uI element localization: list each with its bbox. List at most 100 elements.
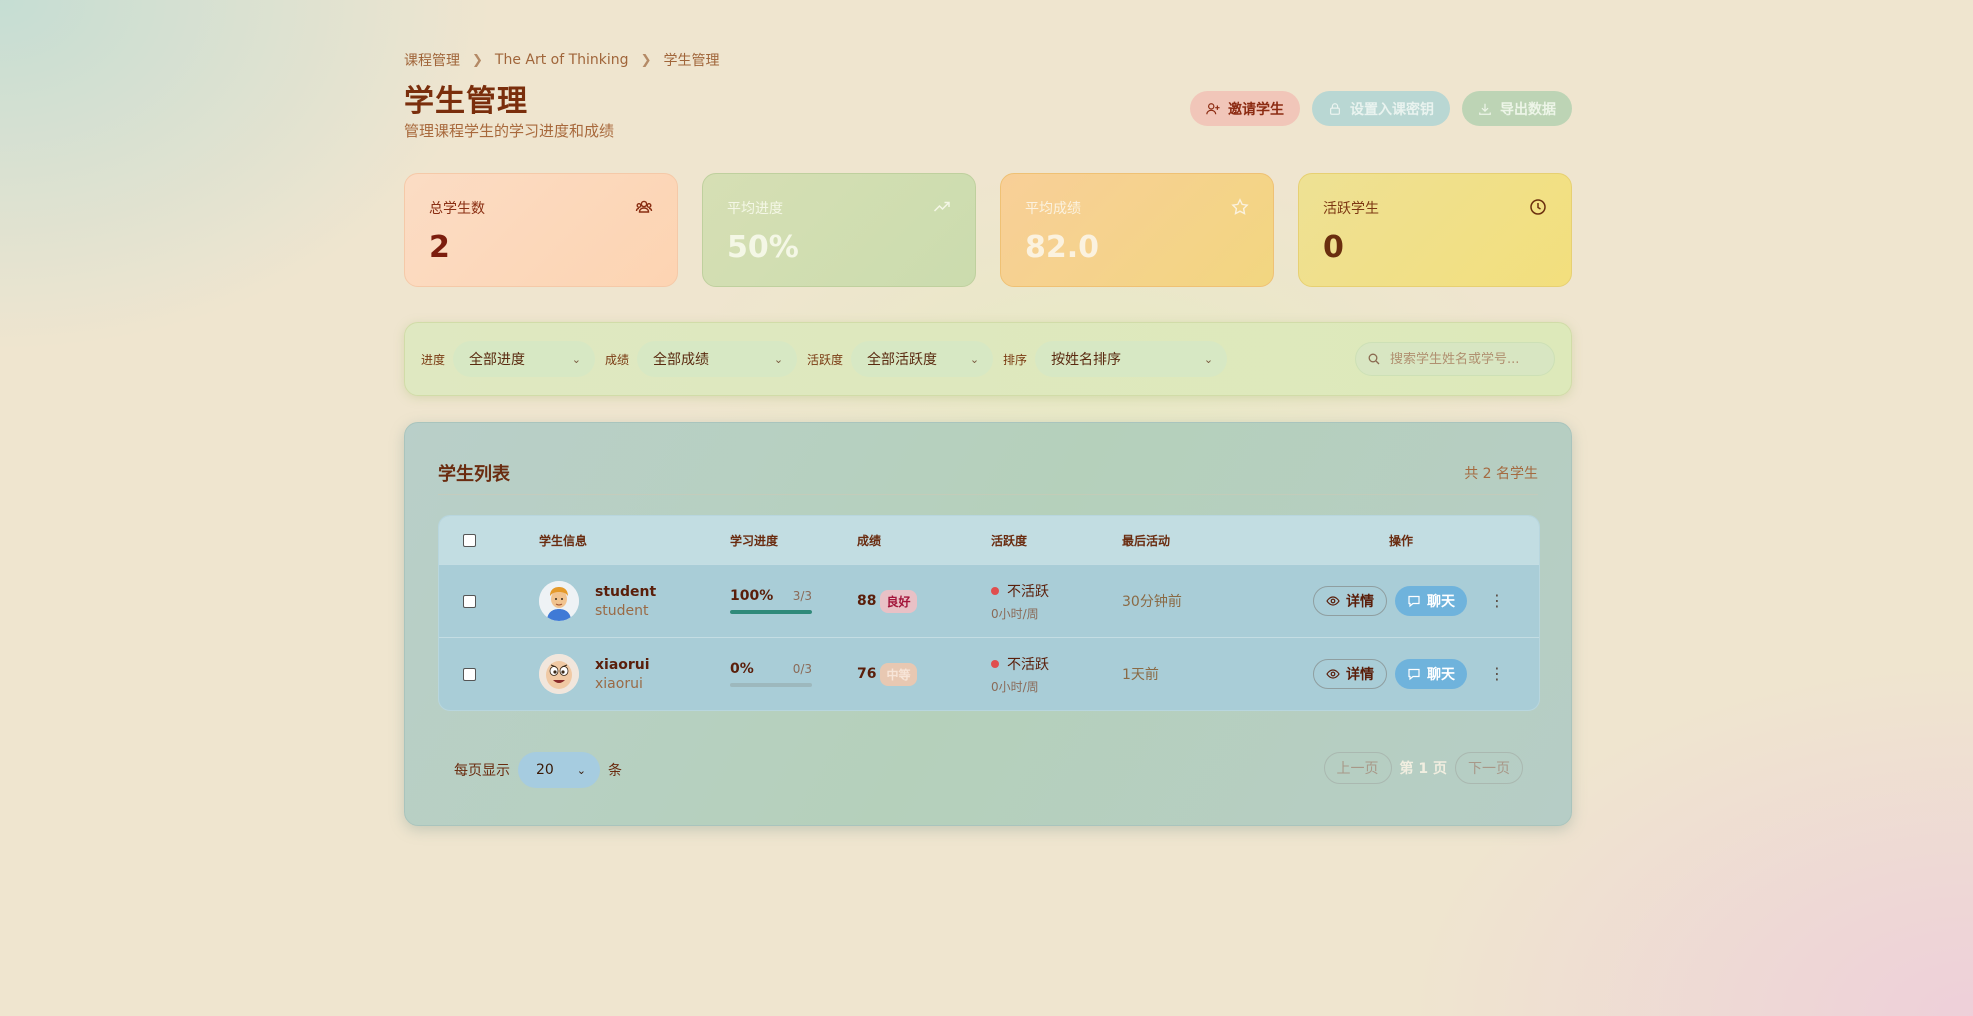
detail-button[interactable]: 详情 bbox=[1313, 659, 1387, 689]
progress-bar bbox=[730, 610, 812, 614]
score-filter-select[interactable]: 全部成绩 ⌄ bbox=[637, 341, 798, 377]
student-name[interactable]: xiaorui bbox=[595, 657, 650, 673]
set-enroll-key-button[interactable]: 设置入课密钥 bbox=[1312, 91, 1450, 126]
chat-button[interactable]: 聊天 bbox=[1395, 586, 1467, 616]
student-list-card: 学生列表 共 2 名学生 学生信息 学习进度 成绩 活跃度 最后活动 操作 st… bbox=[404, 422, 1572, 826]
student-name[interactable]: student bbox=[595, 584, 656, 600]
score-cell: 76 中等 bbox=[857, 638, 917, 710]
list-title: 学生列表 bbox=[438, 463, 510, 485]
progress-percent: 0% bbox=[730, 661, 754, 677]
activity-cell: 不活跃 0小时/周 bbox=[991, 565, 1049, 637]
activity-status: 不活跃 bbox=[1007, 583, 1049, 600]
student-info-cell: student student bbox=[539, 565, 656, 637]
sort-select[interactable]: 按姓名排序 ⌄ bbox=[1035, 341, 1228, 377]
activity-filter-select[interactable]: 全部活跃度 ⌄ bbox=[851, 341, 994, 377]
progress-bar-fill bbox=[730, 610, 812, 614]
select-all-checkbox[interactable] bbox=[463, 533, 476, 547]
student-info-cell: xiaorui xiaorui bbox=[539, 638, 650, 710]
breadcrumb-item-current: 学生管理 bbox=[663, 53, 720, 69]
column-header-score[interactable]: 成绩 bbox=[857, 516, 881, 564]
page-size-select[interactable]: 20 ⌄ bbox=[518, 752, 600, 788]
filter-bar: 进度 全部进度 ⌄ 成绩 全部成绩 ⌄ 活跃度 全部活跃度 ⌄ 排序 按姓名排序… bbox=[404, 322, 1572, 396]
status-dot bbox=[991, 586, 999, 595]
table-row: xiaorui xiaorui 0% 0/3 76 中等 不活跃 0小时/周 1… bbox=[439, 637, 1539, 710]
next-page-button[interactable]: 下一页 bbox=[1455, 752, 1523, 784]
chat-button-label: 聊天 bbox=[1427, 667, 1455, 683]
student-count: 共 2 名学生 bbox=[1464, 465, 1538, 482]
stat-value: 0 bbox=[1323, 230, 1344, 265]
last-activity: 1天前 bbox=[1122, 667, 1159, 683]
table-row: student student 100% 3/3 88 良好 不活跃 0小时/周… bbox=[439, 564, 1539, 637]
progress-fraction: 3/3 bbox=[792, 589, 812, 603]
stat-label: 平均成绩 bbox=[1025, 201, 1081, 217]
download-icon bbox=[1479, 103, 1491, 115]
column-header-activity[interactable]: 活跃度 bbox=[991, 516, 1027, 564]
row-checkbox[interactable] bbox=[463, 594, 476, 608]
progress-filter-select[interactable]: 全部进度 ⌄ bbox=[453, 341, 596, 377]
chat-button-label: 聊天 bbox=[1427, 594, 1455, 610]
progress-percent: 100% bbox=[730, 588, 774, 604]
prev-page-button[interactable]: 上一页 bbox=[1323, 752, 1392, 784]
breadcrumb-item-courses[interactable]: 课程管理 bbox=[404, 50, 460, 70]
avatar bbox=[539, 654, 579, 694]
trending-up-icon bbox=[933, 201, 950, 212]
more-options-icon[interactable]: ⋮ bbox=[1489, 666, 1505, 682]
page-size-value: 20 bbox=[536, 762, 554, 778]
export-data-label: 导出数据 bbox=[1500, 101, 1556, 118]
per-page-label: 每页显示 bbox=[454, 763, 510, 779]
current-page: 第 1 页 bbox=[1399, 761, 1448, 777]
actions-cell: 详情 聊天 ⋮ bbox=[1313, 638, 1505, 710]
per-page-unit: 条 bbox=[608, 763, 622, 779]
more-options-icon[interactable]: ⋮ bbox=[1489, 593, 1505, 609]
student-username: xiaorui bbox=[595, 675, 643, 692]
progress-filter-value: 全部进度 bbox=[469, 352, 526, 368]
chevron-down-icon: ⌄ bbox=[969, 352, 980, 366]
chevron-right-icon: ❯ bbox=[472, 52, 483, 68]
column-header-progress[interactable]: 学习进度 bbox=[730, 516, 778, 564]
row-checkbox[interactable] bbox=[463, 667, 476, 681]
student-avatar-image bbox=[539, 654, 579, 694]
progress-fraction: 0/3 bbox=[792, 662, 812, 676]
table-header: 学生信息 学习进度 成绩 活跃度 最后活动 操作 bbox=[439, 516, 1539, 564]
breadcrumb-item-course[interactable]: The Art of Thinking bbox=[495, 52, 629, 68]
chat-icon bbox=[1408, 668, 1420, 681]
pagination: 上一页 第 1 页 下一页 bbox=[1323, 752, 1523, 784]
chat-button[interactable]: 聊天 bbox=[1395, 659, 1467, 689]
activity-cell: 不活跃 0小时/周 bbox=[991, 638, 1049, 710]
column-header-actions: 操作 bbox=[1389, 533, 1414, 548]
activity-filter-value: 全部活跃度 bbox=[867, 352, 938, 368]
stat-value: 50% bbox=[727, 230, 799, 265]
search-input[interactable] bbox=[1390, 351, 1540, 367]
invite-student-button[interactable]: 邀请学生 bbox=[1190, 91, 1300, 126]
activity-hours: 0小时/周 bbox=[991, 606, 1039, 621]
chat-icon bbox=[1408, 595, 1420, 608]
activity-status: 不活跃 bbox=[1007, 656, 1049, 673]
last-activity: 30分钟前 bbox=[1122, 594, 1182, 610]
grade-badge: 中等 bbox=[880, 662, 917, 686]
breadcrumb: 课程管理 ❯ The Art of Thinking ❯ 学生管理 bbox=[404, 50, 719, 70]
stats-row: 总学生数 2 平均进度 50% 平均成绩 82.0 活跃学生 0 bbox=[404, 173, 1572, 287]
stat-label: 活跃学生 bbox=[1323, 201, 1379, 217]
chevron-down-icon: ⌄ bbox=[576, 763, 586, 777]
score-filter-value: 全部成绩 bbox=[653, 352, 710, 368]
score-cell: 88 良好 bbox=[857, 565, 917, 637]
column-header-student-info[interactable]: 学生信息 bbox=[539, 516, 587, 564]
chevron-right-icon: ❯ bbox=[640, 52, 652, 68]
score-value: 88 bbox=[857, 593, 877, 609]
stat-card-active-students: 活跃学生 0 bbox=[1298, 173, 1572, 287]
progress-cell: 100% 3/3 bbox=[730, 565, 812, 637]
stat-card-average-progress: 平均进度 50% bbox=[702, 173, 976, 287]
row-checkbox-cell bbox=[463, 565, 476, 637]
filter-label-sort: 排序 bbox=[1003, 352, 1028, 367]
header-actions: 邀请学生 设置入课密钥 导出数据 bbox=[1190, 91, 1572, 126]
filter-label-score: 成绩 bbox=[605, 352, 630, 367]
stat-value: 82.0 bbox=[1025, 230, 1100, 265]
row-checkbox-cell bbox=[463, 638, 476, 710]
stat-value: 2 bbox=[429, 230, 450, 265]
filter-label-progress: 进度 bbox=[421, 352, 446, 367]
export-data-button[interactable]: 导出数据 bbox=[1462, 91, 1572, 126]
grade-badge: 良好 bbox=[880, 589, 917, 613]
detail-button[interactable]: 详情 bbox=[1313, 586, 1387, 616]
stat-label: 平均进度 bbox=[727, 201, 783, 217]
column-header-last-activity[interactable]: 最后活动 bbox=[1122, 516, 1170, 564]
